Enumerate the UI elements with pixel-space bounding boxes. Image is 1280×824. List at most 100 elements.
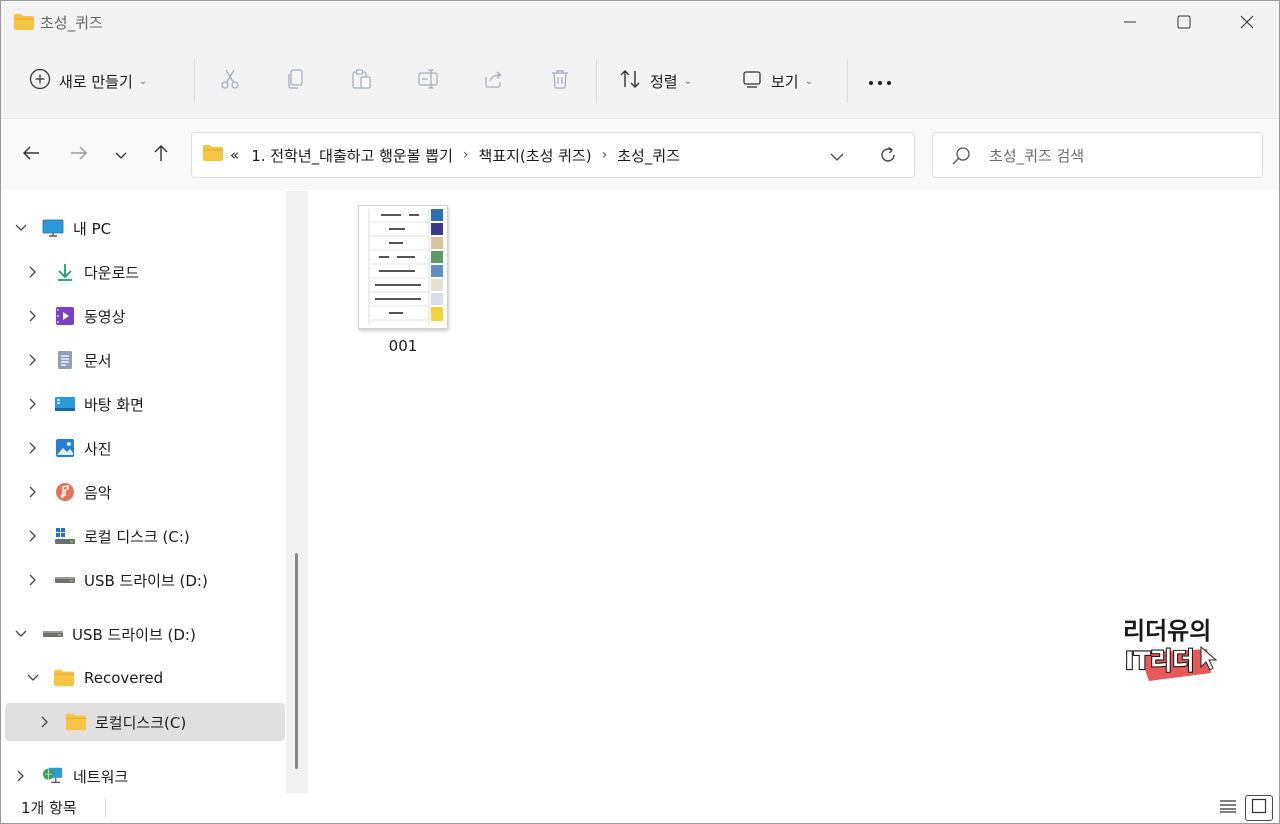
usb-drive-icon — [42, 623, 64, 645]
nav-item-usb-drive-d[interactable]: USB 드라이브 (D:) — [5, 561, 285, 599]
nav-item-recovered[interactable]: Recovered — [5, 659, 285, 697]
breadcrumb-item[interactable]: 책표지(초성 퀴즈) — [479, 145, 592, 166]
maximize-button[interactable] — [1152, 1, 1216, 43]
paste-button[interactable] — [351, 61, 373, 101]
tiles-view-icon — [1251, 798, 1267, 818]
details-view-button[interactable] — [1214, 795, 1242, 821]
download-arrow-icon — [54, 261, 76, 283]
nav-item-downloads[interactable]: 다운로드 — [5, 253, 285, 291]
address-bar[interactable]: « 1. 전학년_대출하고 행운볼 뽑기 › 책표지(초성 퀴즈) › 초성_퀴… — [191, 132, 915, 178]
close-button[interactable] — [1215, 1, 1279, 43]
nav-item-videos[interactable]: 동영상 — [5, 297, 285, 335]
up-button[interactable] — [148, 142, 174, 168]
chevron-down-icon[interactable] — [13, 220, 29, 236]
chevron-down-icon[interactable] — [25, 670, 41, 686]
music-icon — [54, 481, 76, 503]
chevron-right-icon[interactable] — [25, 572, 41, 588]
file-item[interactable]: 001 — [357, 205, 449, 355]
chevron-right-icon[interactable] — [25, 264, 41, 280]
hard-drive-windows-icon — [54, 525, 76, 547]
nav-item-documents[interactable]: 문서 — [5, 341, 285, 379]
chevron-down-icon — [830, 148, 844, 166]
nav-item-label: 내 PC — [73, 219, 112, 238]
breadcrumb-overflow[interactable]: « — [230, 146, 239, 164]
status-bar: 1개 항목 — [1, 793, 1279, 823]
sort-button[interactable]: 정렬 ⌄ — [618, 61, 692, 101]
forward-button[interactable] — [66, 142, 92, 168]
chevron-right-icon[interactable] — [25, 528, 41, 544]
chevron-right-icon[interactable] — [25, 484, 41, 500]
refresh-icon — [878, 146, 898, 169]
nav-item-music[interactable]: 음악 — [5, 473, 285, 511]
nav-item-label: 로컬 디스크 (C:) — [84, 527, 190, 546]
file-explorer-window: 초성_퀴즈 새로 만들기 ⌄ 정렬 ⌄ 보기 ⌄ « 1. 전학년_대출하고 행… — [0, 0, 1280, 824]
address-dropdown-button[interactable] — [830, 148, 844, 166]
cut-button[interactable] — [219, 61, 241, 101]
share-icon — [483, 68, 505, 94]
arrow-left-icon — [22, 145, 40, 165]
chevron-down-icon[interactable] — [13, 626, 29, 642]
folder-icon — [13, 13, 35, 35]
item-count: 1개 항목 — [21, 799, 77, 817]
chevron-right-icon[interactable] — [25, 308, 41, 324]
nav-item-label: 다운로드 — [84, 263, 140, 282]
nav-item-label: 문서 — [84, 351, 112, 370]
monitor-icon — [42, 217, 64, 239]
video-icon — [54, 305, 76, 327]
chevron-right-icon[interactable] — [13, 768, 29, 784]
nav-item-label: 바탕 화면 — [84, 395, 144, 414]
chevron-right-icon[interactable] — [37, 714, 53, 730]
nav-item-local-disk-c-recovered[interactable]: 로컬디스크(C) — [5, 703, 285, 741]
desktop-icon — [54, 393, 76, 415]
breadcrumb-item[interactable]: 초성_퀴즈 — [617, 145, 680, 166]
recent-locations-button[interactable] — [108, 142, 134, 168]
breadcrumb-item[interactable]: 1. 전학년_대출하고 행운볼 뽑기 — [251, 145, 453, 166]
details-list-icon — [1219, 799, 1237, 817]
network-icon — [42, 765, 64, 787]
trash-icon — [549, 68, 571, 94]
search-box[interactable]: 초성_퀴즈 검색 — [932, 132, 1263, 178]
nav-item-usb-drive-d-root[interactable]: USB 드라이브 (D:) — [5, 615, 285, 653]
separator — [194, 59, 195, 103]
back-button[interactable] — [18, 142, 44, 168]
nav-item-label: 사진 — [84, 439, 112, 458]
arrow-right-icon — [70, 145, 88, 165]
folder-icon — [65, 711, 87, 733]
nav-item-label: 음악 — [84, 483, 112, 502]
navigation-pane: 내 PC 다운로드 동영상 문서 바탕 화면 사진 음악 로컬 디스크 (C:)… — [1, 191, 307, 793]
search-icon — [951, 146, 971, 170]
copy-button[interactable] — [285, 61, 307, 101]
nav-item-label: Recovered — [84, 669, 164, 687]
file-thumbnail — [358, 205, 448, 329]
nav-item-desktop[interactable]: 바탕 화면 — [5, 385, 285, 423]
rename-icon — [417, 68, 439, 94]
chevron-right-icon[interactable] — [25, 352, 41, 368]
view-label: 보기 — [771, 72, 799, 91]
new-button-label: 새로 만들기 — [59, 72, 133, 91]
chevron-right-icon[interactable]: › — [602, 147, 608, 163]
file-name: 001 — [388, 337, 418, 355]
delete-button[interactable] — [549, 61, 571, 101]
rename-button[interactable] — [417, 61, 439, 101]
new-button[interactable]: 새로 만들기 ⌄ — [29, 61, 147, 101]
chevron-down-icon — [115, 146, 127, 164]
view-button[interactable]: 보기 ⌄ — [741, 61, 813, 101]
refresh-button[interactable] — [878, 145, 898, 169]
address-row: « 1. 전학년_대출하고 행운볼 뽑기 › 책표지(초성 퀴즈) › 초성_퀴… — [1, 120, 1279, 190]
chevron-right-icon[interactable] — [25, 440, 41, 456]
nav-item-pictures[interactable]: 사진 — [5, 429, 285, 467]
nav-item-this-pc[interactable]: 내 PC — [5, 209, 285, 247]
nav-item-label: USB 드라이브 (D:) — [72, 625, 196, 644]
large-icons-view-button[interactable] — [1245, 795, 1273, 821]
share-button[interactable] — [483, 61, 505, 101]
nav-item-local-disk-c[interactable]: 로컬 디스크 (C:) — [5, 517, 285, 555]
more-options-button[interactable] — [867, 61, 893, 101]
search-placeholder: 초성_퀴즈 검색 — [989, 147, 1085, 165]
nav-scrollbar-thumb[interactable] — [295, 553, 298, 769]
usb-drive-icon — [54, 569, 76, 591]
chevron-right-icon[interactable] — [25, 396, 41, 412]
nav-item-network[interactable]: 네트워크 — [5, 757, 285, 795]
file-list-area[interactable]: 001 리더유의 IT리더 — [309, 191, 1279, 793]
chevron-right-icon[interactable]: › — [463, 147, 469, 163]
watermark-line1: 리더유의 — [1123, 617, 1211, 645]
